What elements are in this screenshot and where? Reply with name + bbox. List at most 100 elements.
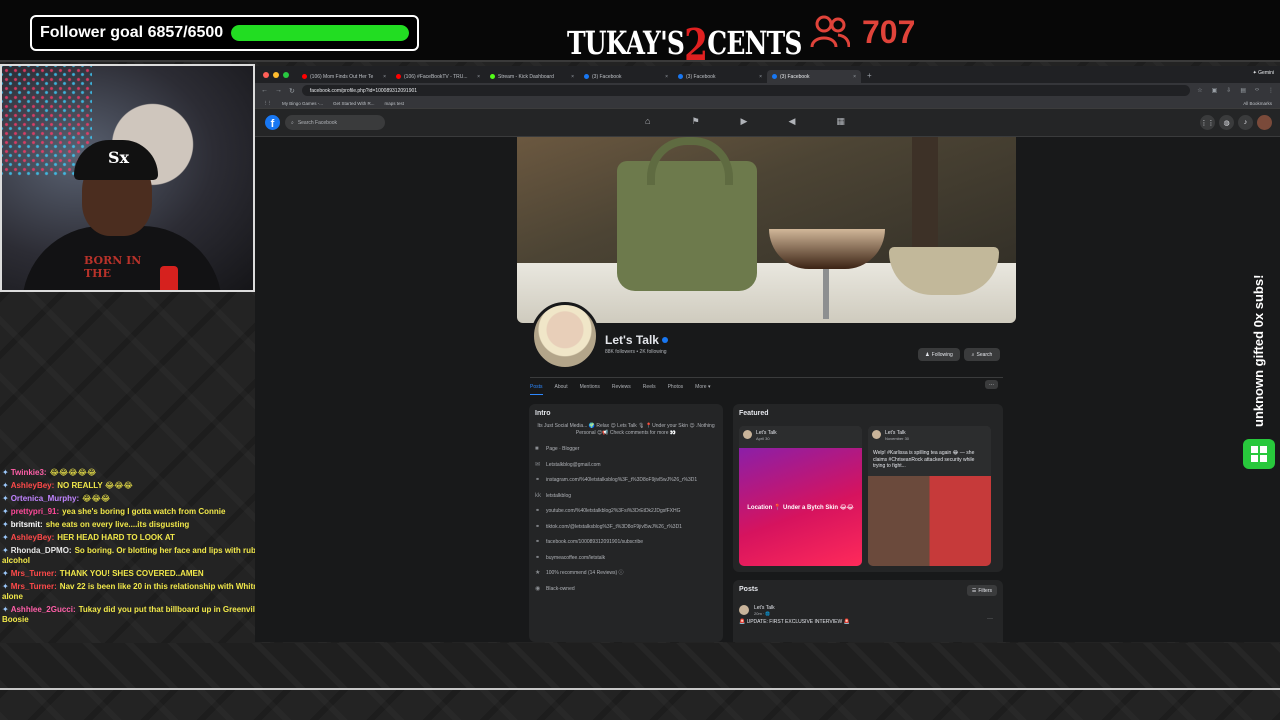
facebook-top-nav: f ⌕ Search Facebook ⌂ ⚑ ▶ ◀ ▦ ⋮⋮ ◍ ♪ — [255, 109, 1280, 137]
back-icon[interactable]: ← — [261, 87, 268, 94]
browser-tab[interactable]: (3) Facebook × — [579, 70, 673, 83]
chat-message: ✦ AshleyBey: HER HEAD HARD TO LOOK AT — [0, 531, 280, 544]
chat-text: yea she's boring I gotta watch from Conn… — [62, 506, 226, 516]
post-avatar[interactable] — [739, 605, 749, 615]
intro-item-text: facebook.com/100089312091901/subscribe — [546, 539, 644, 545]
chat-username[interactable]: britsmit: — [11, 520, 43, 529]
facebook-profile-page: Let's Talk 88K followers • 2K following … — [255, 137, 1280, 642]
filters-button[interactable]: ☰ Filters — [966, 585, 997, 596]
chat-message: ✦ Rhonda_DPMO: So boring. Or blotting her … — [0, 544, 280, 567]
tab-close-icon[interactable]: × — [383, 74, 386, 80]
notifications-bell-icon[interactable]: ♪ — [1238, 115, 1253, 130]
chat-username[interactable]: Ashhlee_2Gucci: — [11, 605, 76, 614]
intro-item[interactable]: ⚭ facebook.com/100089312091901/subscribe — [535, 539, 717, 546]
code-icon[interactable]: ‹› — [1255, 87, 1259, 94]
intro-item[interactable]: ⚭ buymeacoffee.com/letstalk — [535, 555, 717, 562]
chat-username[interactable]: AshleyBey: — [11, 481, 55, 490]
intro-item[interactable]: ◉ Black-owned — [535, 586, 717, 593]
download-icon[interactable]: ⇩ — [1226, 87, 1231, 94]
url-field[interactable]: facebook.com/profile.php?id=100089312091… — [301, 85, 1191, 96]
chat-username[interactable]: Rhonda_DPMO: — [11, 546, 72, 555]
intro-item[interactable]: ■ Page · Blogger — [535, 446, 717, 453]
browser-window: (106) Mom Finds Out Her Te × (106) #FaceBo… — [255, 66, 1280, 642]
browser-tab[interactable]: Stream - Kick Dashboard × — [485, 70, 579, 83]
cover-tree — [912, 137, 938, 247]
tab-label: (3) Facebook — [592, 73, 622, 80]
browser-tab[interactable]: (106) #FaceBookTV - TRU... × — [391, 70, 485, 83]
featured-item[interactable]: Let's Talk April 30 Location 📍 Under a B… — [739, 426, 862, 566]
chat-text: HER HEAD HARD TO LOOK AT — [57, 532, 175, 542]
mini-avatar — [872, 430, 881, 439]
menu-icon[interactable]: ⋮ — [1268, 87, 1274, 94]
browser-tab[interactable]: (3) Facebook × — [673, 70, 767, 83]
profile-stats[interactable]: 88K followers • 2K following — [605, 349, 667, 355]
apps-icon[interactable]: ⋮⋮ — [263, 100, 272, 106]
reload-icon[interactable]: ↻ — [289, 87, 295, 95]
chat-username[interactable]: prettypri_91: — [11, 507, 59, 516]
following-button[interactable]: ♟ Following — [918, 348, 960, 361]
sidepanel-icon[interactable]: ▤ — [1240, 87, 1246, 94]
all-bookmarks-link[interactable]: All Bookmarks — [1243, 101, 1272, 106]
gemini-button[interactable]: ✦ Gemini — [1253, 70, 1274, 76]
post-options-button[interactable]: ··· — [987, 616, 993, 622]
profile-tab[interactable]: About — [555, 384, 568, 395]
profile-tab[interactable]: More ▾ — [695, 384, 710, 395]
chat-username[interactable]: AshleyBey: — [11, 533, 55, 542]
intro-item[interactable]: ⚭ instagram.com/%40letstalksblog%3F_t%3D8… — [535, 477, 717, 484]
bookmark-star-icon[interactable]: ☆ — [1197, 87, 1202, 94]
chat-badge-icon: ✦ — [2, 604, 9, 614]
address-bar-row: ← → ↻ facebook.com/profile.php?id=100089… — [255, 83, 1280, 98]
profile-avatar[interactable] — [531, 302, 599, 370]
facebook-search-input[interactable]: ⌕ Search Facebook — [285, 115, 385, 130]
more-options-button[interactable]: ··· — [985, 380, 998, 389]
chat-username[interactable]: Mrs_Turner: — [11, 569, 57, 578]
marketplace-icon[interactable]: ▦ — [836, 116, 845, 127]
forward-icon[interactable]: → — [275, 87, 282, 94]
tab-close-icon[interactable]: × — [759, 74, 762, 80]
profile-tab[interactable]: Reviews — [612, 384, 631, 395]
tab-close-icon[interactable]: × — [665, 74, 668, 80]
intro-item[interactable]: ★ 100% recommend (14 Reviews) ⓘ — [535, 570, 717, 577]
chat-username[interactable]: Ortenica_Murphy: — [11, 494, 79, 503]
browser-tab[interactable]: (3) Facebook × — [767, 70, 861, 83]
webcam-feed: Sx BORN IN THE — [0, 64, 255, 292]
post-time[interactable]: 20m · 🌐 — [754, 611, 775, 616]
intro-item[interactable]: ✉ Letstalkblog@gmail.com — [535, 462, 717, 469]
messenger-icon[interactable]: ◍ — [1219, 115, 1234, 130]
chat-username[interactable]: Twinkie3: — [11, 468, 47, 477]
intro-item[interactable]: ⚭ youtube.com/%40letstalkblog2%3Fsi%3DrEt… — [535, 508, 717, 515]
tab-close-icon[interactable]: × — [477, 74, 480, 80]
browser-tab[interactable]: (106) Mom Finds Out Her Te × — [297, 70, 391, 83]
new-tab-button[interactable]: + — [867, 71, 872, 80]
maximize-window-button[interactable] — [283, 72, 289, 78]
tab-close-icon[interactable]: × — [571, 74, 574, 80]
intro-item[interactable]: ⚭ tiktok.com/@letstalksblog%3F_t%3D8oF9ji… — [535, 524, 717, 531]
home-icon[interactable]: ⌂ — [645, 116, 650, 127]
profile-tab[interactable]: Posts — [530, 384, 543, 395]
close-window-button[interactable] — [263, 72, 269, 78]
minimize-window-button[interactable] — [273, 72, 279, 78]
menu-grid-icon[interactable]: ⋮⋮ — [1200, 115, 1215, 130]
bookmark-item[interactable]: maps test — [385, 101, 405, 106]
facebook-logo-icon[interactable]: f — [265, 115, 280, 130]
chat-username[interactable]: Mrs_Turner: — [11, 582, 57, 591]
featured-item[interactable]: Let's Talk November 30 Welp! #Karlissa i… — [868, 426, 991, 566]
extension-icon[interactable]: ▣ — [1212, 87, 1218, 94]
profile-tab[interactable]: Mentions — [580, 384, 600, 395]
tab-close-icon[interactable]: × — [853, 74, 856, 80]
profile-tab[interactable]: Photos — [668, 384, 684, 395]
viewer-count: 707 — [862, 13, 916, 50]
pages-flag-icon[interactable]: ⚑ — [691, 116, 699, 127]
intro-item-text: instagram.com/%40letstalksblog%3F_t%3D8o… — [546, 477, 698, 483]
featured-date: November 30 — [885, 436, 910, 441]
profile-search-button[interactable]: ⌕ Search — [964, 348, 1000, 361]
chat-text: NO REALLY 😂😂😂 — [57, 480, 133, 490]
ads-megaphone-icon[interactable]: ◀ — [788, 116, 795, 127]
account-avatar[interactable] — [1257, 115, 1272, 130]
bookmark-item[interactable]: My Bingo Games -... — [282, 101, 323, 106]
post-header: Let's Talk 20m · 🌐 — [739, 605, 997, 616]
video-icon[interactable]: ▶ — [741, 116, 748, 127]
bookmark-item[interactable]: Get Started With R... — [333, 101, 375, 106]
intro-item[interactable]: kk letstalkblog — [535, 493, 717, 500]
profile-tab[interactable]: Reels — [643, 384, 656, 395]
